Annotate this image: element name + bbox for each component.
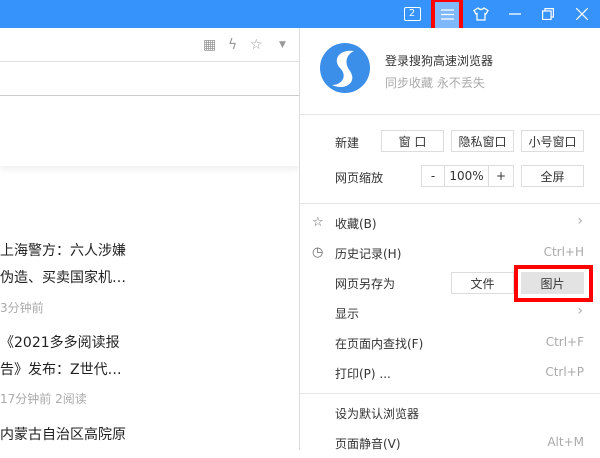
news-item[interactable]: 上海警方：六人涉嫌 伪造、买卖国家机… bbox=[0, 238, 126, 292]
divider bbox=[300, 393, 600, 394]
address-toolbar: ▦ ϟ ☆ ▼ bbox=[0, 28, 299, 62]
menu-item-default-browser[interactable]: 设为默认浏览器 bbox=[300, 398, 600, 428]
save-as-file-button[interactable]: 文件 bbox=[451, 272, 514, 294]
menu-item-label: 历史记录(H) bbox=[335, 247, 402, 261]
close-button[interactable] bbox=[567, 0, 597, 28]
menu-item-bookmarks[interactable]: ☆ 收藏(B) › bbox=[300, 208, 600, 238]
close-icon bbox=[576, 8, 588, 20]
menu-item-label: 页面静音(V) bbox=[335, 437, 401, 451]
menu-item-label: 设为默认浏览器 bbox=[335, 407, 420, 421]
news-item[interactable]: 内蒙古自治区高院原 bbox=[0, 422, 126, 449]
menu-item-print[interactable]: 打印(P) ... Ctrl+P bbox=[300, 358, 600, 388]
divider bbox=[300, 203, 600, 204]
zoom-label: 网页缩放 bbox=[335, 171, 384, 185]
sogou-logo-icon bbox=[332, 50, 354, 88]
qr-code-icon[interactable]: ▦ bbox=[203, 37, 216, 53]
news-title: 上海警方：六人涉嫌 bbox=[0, 243, 126, 259]
minimize-icon bbox=[509, 13, 521, 15]
tab-count-button[interactable]: 2 bbox=[397, 0, 427, 28]
menu-item-label: 在页面内查找(F) bbox=[335, 337, 424, 351]
restore-button[interactable] bbox=[533, 0, 563, 28]
tab-count: 2 bbox=[403, 7, 421, 21]
shortcut: Ctrl+P bbox=[545, 365, 584, 379]
login-title[interactable]: 登录搜狗高速浏览器 bbox=[385, 52, 493, 69]
news-meta: 17分钟前 2阅读 bbox=[0, 392, 87, 406]
bookmark-bar bbox=[0, 62, 299, 96]
news-title: 内蒙古自治区高院原 bbox=[0, 427, 126, 443]
menu-item-label: 打印(P) ... bbox=[335, 367, 391, 381]
shortcut: Ctrl+F bbox=[545, 335, 584, 349]
new-private-window-button[interactable]: 隐私窗口 bbox=[451, 130, 514, 152]
title-bar: 2 bbox=[0, 0, 600, 28]
news-item[interactable]: 《2021多多阅读报 告》发布：Z世代… bbox=[0, 330, 122, 384]
shortcut: Alt+M bbox=[547, 435, 584, 449]
chevron-right-icon: › bbox=[577, 213, 583, 229]
menu-item-display[interactable]: 显示 › bbox=[300, 298, 600, 328]
sogou-logo[interactable] bbox=[320, 43, 370, 93]
minimize-button[interactable] bbox=[500, 0, 530, 28]
news-meta: 3分钟前 bbox=[0, 301, 44, 315]
dropdown-icon[interactable]: ▼ bbox=[279, 40, 286, 50]
news-title: 告》发布：Z世代… bbox=[0, 362, 122, 378]
lightning-icon[interactable]: ϟ bbox=[228, 37, 237, 53]
menu-item-mute[interactable]: 页面静音(V) Alt+M bbox=[300, 428, 600, 458]
clock-icon: ◷ bbox=[312, 245, 324, 260]
menu-item-label: 显示 bbox=[335, 307, 360, 321]
menu-item-label: 网页另存为 bbox=[335, 277, 396, 291]
zoom-in-button[interactable]: + bbox=[488, 165, 514, 187]
fullscreen-button[interactable]: 全屏 bbox=[521, 165, 584, 187]
news-title: 《2021多多阅读报 bbox=[0, 335, 120, 351]
main-menu-panel: 登录搜狗高速浏览器 同步收藏 永不丢失 新建 窗 口 隐私窗口 小号窗口 网页缩… bbox=[299, 28, 600, 451]
hamburger-icon bbox=[441, 8, 454, 20]
news-title: 伪造、买卖国家机… bbox=[0, 270, 126, 286]
star-icon: ☆ bbox=[312, 215, 324, 230]
shirt-icon bbox=[473, 7, 489, 21]
new-small-window-button[interactable]: 小号窗口 bbox=[521, 130, 584, 152]
chevron-right-icon: › bbox=[577, 303, 583, 319]
divider bbox=[300, 114, 600, 115]
login-subtitle: 同步收藏 永不丢失 bbox=[385, 76, 485, 90]
restore-icon bbox=[542, 8, 554, 20]
menu-button[interactable] bbox=[434, 0, 461, 28]
star-icon[interactable]: ☆ bbox=[250, 37, 263, 53]
skin-button[interactable] bbox=[466, 0, 496, 28]
save-as-image-button[interactable]: 图片 bbox=[521, 272, 584, 294]
new-label: 新建 bbox=[335, 136, 360, 150]
menu-item-find[interactable]: 在页面内查找(F) Ctrl+F bbox=[300, 328, 600, 358]
shortcut: Ctrl+H bbox=[543, 245, 584, 259]
zoom-out-button[interactable]: - bbox=[421, 165, 445, 187]
page-header bbox=[0, 96, 299, 166]
menu-item-label: 收藏(B) bbox=[335, 217, 377, 231]
zoom-level: 100% bbox=[444, 165, 489, 187]
menu-item-history[interactable]: ◷ 历史记录(H) Ctrl+H bbox=[300, 238, 600, 268]
new-window-button[interactable]: 窗 口 bbox=[381, 130, 444, 152]
